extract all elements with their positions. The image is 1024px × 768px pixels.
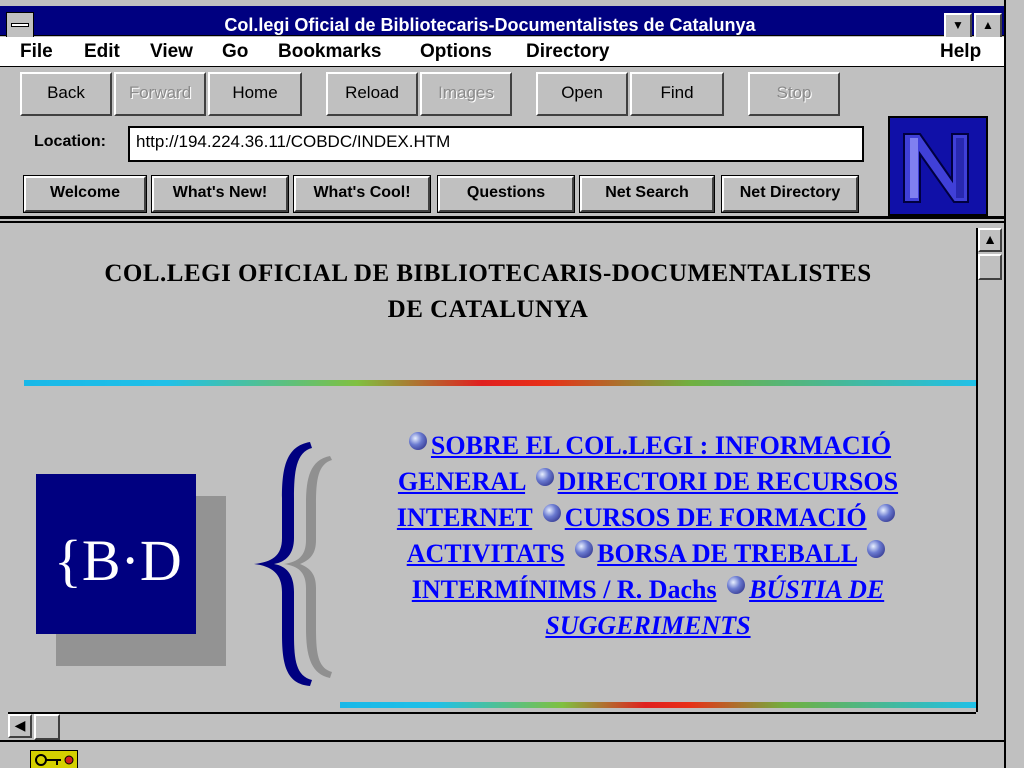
rainbow-rule-top <box>24 380 976 386</box>
navigation-links: SOBRE EL COL.LEGI : INFORMACIÓ GENERAL D… <box>348 428 948 644</box>
location-label: Location: <box>34 133 106 150</box>
whats-cool-button[interactable]: What's Cool! <box>293 175 431 213</box>
system-menu-button[interactable] <box>6 12 34 38</box>
scroll-up-button[interactable]: ▲ <box>978 228 1002 252</box>
menu-options[interactable]: Options <box>420 41 492 63</box>
minimize-button[interactable]: ▼ <box>944 13 972 39</box>
find-button[interactable]: Find <box>630 72 724 116</box>
bullet-icon <box>535 468 554 486</box>
toolbar-separator-2 <box>0 221 1004 223</box>
questions-button[interactable]: Questions <box>437 175 575 213</box>
stop-button[interactable]: Stop <box>748 72 840 116</box>
security-key-icon <box>30 750 78 768</box>
bullet-icon <box>727 576 746 594</box>
system-menu-icon <box>11 23 29 27</box>
scroll-left-button[interactable]: ◀ <box>8 714 32 738</box>
page-heading-line2: DE CATALUNYA <box>387 296 589 323</box>
whats-new-button[interactable]: What's New! <box>151 175 289 213</box>
bd-logo-text: {B·D <box>54 528 182 593</box>
images-button[interactable]: Images <box>420 72 512 116</box>
reload-button[interactable]: Reload <box>326 72 418 116</box>
menu-go[interactable]: Go <box>222 41 248 63</box>
bullet-icon <box>877 504 896 522</box>
menu-view[interactable]: View <box>150 41 193 63</box>
link-interminims[interactable]: INTERMÍNIMS / R. Dachs <box>412 575 717 604</box>
home-button[interactable]: Home <box>208 72 302 116</box>
maximize-button[interactable]: ▲ <box>974 13 1002 39</box>
rainbow-rule-bottom <box>340 702 976 708</box>
bullet-icon <box>575 540 594 558</box>
bullet-icon <box>867 540 886 558</box>
link-borsa-treball[interactable]: BORSA DE TREBALL <box>597 539 857 568</box>
bd-logo-icon: {B·D <box>36 474 226 666</box>
link-activitats[interactable]: ACTIVITATS <box>407 539 565 568</box>
location-input[interactable]: http://194.224.36.11/COBDC/INDEX.HTM <box>128 126 864 162</box>
menu-edit[interactable]: Edit <box>84 41 120 63</box>
page-heading: COL.LEGI OFICIAL DE BIBLIOTECARIS-DOCUME… <box>8 256 968 328</box>
bullet-icon <box>542 504 561 522</box>
back-button[interactable]: Back <box>20 72 112 116</box>
menu-file[interactable]: File <box>20 41 53 63</box>
menu-bookmarks[interactable]: Bookmarks <box>278 41 382 63</box>
brace-decoration-icon <box>254 442 332 686</box>
vertical-scrollbar[interactable]: ▲ <box>976 228 1004 712</box>
netscape-logo[interactable] <box>888 116 988 216</box>
page-heading-line1: COL.LEGI OFICIAL DE BIBLIOTECARIS-DOCUME… <box>104 260 872 287</box>
forward-button[interactable]: Forward <box>114 72 206 116</box>
toolbar-separator <box>0 216 1004 219</box>
menu-directory[interactable]: Directory <box>526 41 609 63</box>
welcome-button[interactable]: Welcome <box>23 175 147 213</box>
link-cursos-formacio[interactable]: CURSOS DE FORMACIÓ <box>565 503 867 532</box>
vertical-scroll-thumb[interactable] <box>978 254 1002 280</box>
horizontal-scrollbar[interactable]: ◀ <box>8 712 976 740</box>
browser-window: Col.legi Oficial de Bibliotecaris-Docume… <box>0 0 1024 768</box>
open-button[interactable]: Open <box>536 72 628 116</box>
menu-bar: File Edit View Go Bookmarks Options Dire… <box>0 37 1004 67</box>
title-bar[interactable]: Col.legi Oficial de Bibliotecaris-Docume… <box>0 6 1004 39</box>
net-search-button[interactable]: Net Search <box>579 175 715 213</box>
window-title: Col.legi Oficial de Bibliotecaris-Docume… <box>224 15 756 35</box>
page-content: COL.LEGI OFICIAL DE BIBLIOTECARIS-DOCUME… <box>8 228 976 712</box>
net-directory-button[interactable]: Net Directory <box>721 175 859 213</box>
status-bar <box>0 740 1004 768</box>
bullet-icon <box>408 432 427 450</box>
menu-help[interactable]: Help <box>940 41 981 63</box>
horizontal-scroll-thumb[interactable] <box>34 714 60 740</box>
window-right-edge <box>1004 0 1024 768</box>
netscape-n-icon <box>890 118 986 214</box>
